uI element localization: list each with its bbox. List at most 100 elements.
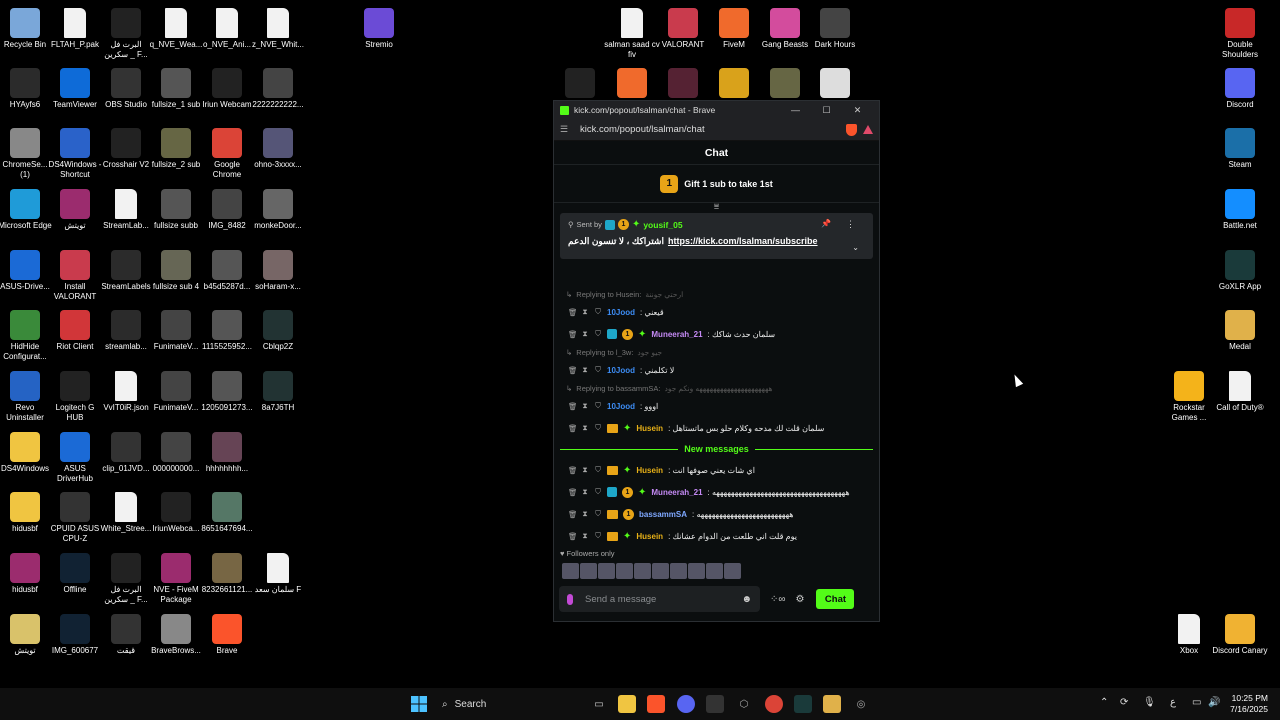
desktop-icon-darkhours-icon[interactable]: Dark Hours — [810, 8, 860, 50]
desktop-icon-archive-icon[interactable]: تويتش — [50, 189, 100, 231]
desktop-icon-edge-icon[interactable]: Microsoft Edge — [0, 189, 52, 231]
network-sync-icon[interactable]: ⟳ — [1120, 697, 1128, 708]
desktop-icon-pdf-icon[interactable]: سلمان سعد F — [253, 553, 303, 595]
desktop-icon-valorant-icon[interactable]: VALORANT — [658, 8, 708, 50]
desktop-icon-video-file-icon[interactable]: FunimateV... — [151, 310, 201, 352]
timeout-icon[interactable]: ⧗ — [581, 329, 589, 339]
desktop-icon-image-icon[interactable]: 2222222222... — [252, 68, 304, 110]
chrome-taskbar-icon[interactable] — [765, 695, 783, 713]
delete-icon[interactable]: 🗑 — [568, 424, 578, 433]
desktop-icon-cpuz-icon[interactable]: CPUID ASUS CPU-Z — [50, 492, 100, 543]
ban-icon[interactable]: ⛉ — [594, 307, 602, 317]
timeout-icon[interactable]: ⧗ — [581, 487, 589, 497]
delete-icon[interactable]: 🗑 — [568, 330, 578, 339]
chat-username[interactable]: 10Jood — [607, 366, 635, 375]
desktop-icon-valorant-icon[interactable]: Install VALORANT — [50, 250, 100, 301]
desktop-icon-file-icon[interactable]: StreamLab... — [101, 189, 151, 231]
desktop-icon-battlenet-icon[interactable]: Battle.net — [1215, 189, 1265, 231]
taskbar-clock[interactable]: 10:25 PM 7/16/2025 — [1218, 693, 1268, 715]
desktop-icon-gear-icon[interactable]: ASUS-Drive... — [0, 250, 50, 292]
window-titlebar[interactable]: kick.com/popout/lsalman/chat - Brave — ☐… — [554, 101, 879, 119]
desktop-icon-image-icon[interactable]: 8a7J6TH — [253, 371, 303, 413]
desktop-icon-revo-icon[interactable]: Revo Uninstaller — [0, 371, 50, 422]
desktop-icon-gamepad-icon[interactable]: DS4Windows - Shortcut — [49, 128, 101, 179]
obs-taskbar-icon[interactable]: ◎ — [852, 695, 870, 713]
medal-taskbar-icon[interactable] — [823, 695, 841, 713]
desktop-icon-file-icon[interactable]: z_NVE_Whit... — [252, 8, 304, 50]
desktop-icon-file-icon[interactable]: VvIT0iR.json — [101, 371, 151, 413]
discord-taskbar-icon[interactable] — [677, 695, 695, 713]
kick-points-icon[interactable]: ⁘∞ — [770, 594, 786, 605]
ban-icon[interactable]: ⛉ — [594, 531, 602, 541]
delete-icon[interactable]: 🗑 — [568, 510, 578, 519]
desktop-icon-recycle-bin-icon[interactable]: Recycle Bin — [0, 8, 50, 50]
desktop-icon-file-icon[interactable]: q_NVE_Wea... — [150, 8, 202, 50]
desktop-icon-gear-icon[interactable]: ASUS DriverHub — [50, 432, 100, 483]
timeout-icon[interactable]: ⧗ — [581, 401, 589, 411]
desktop-icon-medal-icon[interactable]: Medal — [1215, 310, 1265, 352]
desktop-icon-gangbeasts-icon[interactable]: Gang Beasts — [760, 8, 810, 50]
desktop-icon-file-icon[interactable]: FLTAH_P.pak — [50, 8, 100, 50]
desktop-icon-webcam-icon[interactable]: Iriun Webcam — [202, 68, 252, 110]
desktop-icon-discord-icon[interactable]: Discord — [1215, 68, 1265, 110]
chat-message[interactable]: 🗑 ⧗ ⛉ 1 bassammSA: ههههههههههههههههههههههههه… — [554, 503, 879, 525]
desktop-icon-riot-icon[interactable]: Riot Client — [50, 310, 100, 352]
chat-username[interactable]: Husein — [636, 424, 663, 433]
chat-username[interactable]: 10Jood — [607, 308, 635, 317]
desktop-icon-hidhide-icon[interactable]: HidHide Configurat... — [0, 310, 50, 361]
desktop-icon-video-file-icon[interactable]: البرت فل سكرين _ F... — [101, 553, 151, 604]
chat-message[interactable]: 🗑 ⧗ ⛉ 10Jood: اووو — [554, 395, 879, 417]
desktop-icon-image-icon[interactable]: Cblqp2Z — [253, 310, 303, 352]
desktop-icon-image-icon[interactable]: b45d5287d... — [202, 250, 252, 292]
desktop-icon-file-icon[interactable]: o_NVE_Ani... — [202, 8, 252, 50]
chat-message[interactable]: 🗑 ⧗ ⛉ 1 ✦ Muneerah_21: سلمان حدث شاكك — [554, 323, 879, 345]
desktop-icon-video-file-icon[interactable]: 000000000... — [151, 432, 201, 474]
reply-context[interactable]: ↳ Replying to bassammSA: ههههههههههههههههه… — [554, 381, 879, 395]
close-button[interactable]: ✕ — [842, 105, 873, 116]
language-indicator[interactable]: ع — [1170, 697, 1176, 708]
chevron-down-icon[interactable]: ⌄ — [852, 243, 859, 252]
desktop-icon-discord-canary-icon[interactable]: Discord Canary — [1212, 614, 1268, 656]
desktop-icon-brave-icon[interactable]: Brave — [202, 614, 252, 656]
chat-username[interactable]: Muneerah_21 — [651, 330, 702, 339]
desktop-icon-image-icon[interactable]: fullsize_1 sub — [151, 68, 201, 110]
site-settings-icon[interactable]: ☰ — [560, 124, 572, 135]
task-view-icon[interactable]: ▭ — [590, 695, 608, 713]
chat-username[interactable]: Husein — [636, 466, 663, 475]
timeout-icon[interactable]: ⧗ — [581, 531, 589, 541]
desktop-icon-stremio-icon[interactable]: Stremio — [354, 8, 404, 50]
desktop-icon-archive-icon[interactable]: hidusbf — [0, 553, 50, 595]
desktop-icon-image-icon[interactable]: IMG_600677 — [50, 614, 100, 656]
desktop-icon-app-icon[interactable]: HYAyfs6 — [0, 68, 50, 110]
desktop-icon-image-icon[interactable]: 8232661121... — [202, 553, 252, 595]
brave-rewards-icon[interactable] — [863, 125, 873, 134]
desktop-icon-folder-icon[interactable]: تويتش — [0, 614, 50, 656]
chat-message[interactable]: 🗑 ⧗ ⛉ 10Jood: قيعني — [554, 301, 879, 323]
file-explorer-icon[interactable] — [618, 695, 636, 713]
desktop-icon-video-file-icon[interactable]: قيقت — [101, 614, 151, 656]
desktop-icon-folder-icon[interactable]: hidusbf — [0, 492, 50, 534]
mic-tray-icon[interactable]: 🎙 — [1143, 697, 1156, 708]
chat-message[interactable]: 🗑 ⧗ ⛉ 1 ✦ Muneerah_21: هههههههههههههههههههههه… — [554, 481, 879, 503]
taskbar-search[interactable]: ⌕ Search — [436, 693, 582, 715]
desktop-icon-webcam-icon[interactable]: IriunWebca... — [151, 492, 201, 534]
desktop-icon-video-file-icon[interactable]: clip_01JVD... — [101, 432, 151, 474]
mic-icon[interactable] — [567, 593, 573, 605]
emoji-icon[interactable]: ☻ — [741, 594, 752, 605]
desktop-icon-image-icon[interactable]: ohno-3xxxx... — [253, 128, 303, 170]
desktop-icon-rockstar-icon[interactable]: Rockstar Games ... — [1164, 371, 1214, 422]
ban-icon[interactable]: ⛉ — [594, 329, 602, 339]
desktop-icon-crosshair-icon[interactable]: Crosshair V2 — [101, 128, 151, 170]
desktop-icon-file-icon[interactable]: White_Stree... — [101, 492, 151, 534]
desktop-icon-chrome-icon[interactable]: Google Chrome — [202, 128, 252, 179]
goxlr-taskbar-icon[interactable] — [794, 695, 812, 713]
desktop-icon-image-icon[interactable]: fullsize_2 sub — [151, 128, 201, 170]
desktop-icon-obs-icon[interactable]: OBS Studio — [101, 68, 151, 110]
desktop-icon-file-icon[interactable]: Xbox — [1164, 614, 1214, 656]
desktop-icon-ds-icon[interactable]: Double Shoulders — [1215, 8, 1265, 59]
reply-context[interactable]: ↳ Replying to Husein: ارحتي جوننة — [554, 287, 879, 301]
message-input[interactable]: Send a message ☻ — [559, 586, 760, 612]
chat-message[interactable]: 🗑 ⧗ ⛉ ✦ Husein: اي شات يعني صوفها انت — [554, 459, 879, 481]
ban-icon[interactable]: ⛉ — [594, 465, 602, 475]
scroll-to-bottom-icon[interactable]: ⩸ — [554, 201, 879, 211]
